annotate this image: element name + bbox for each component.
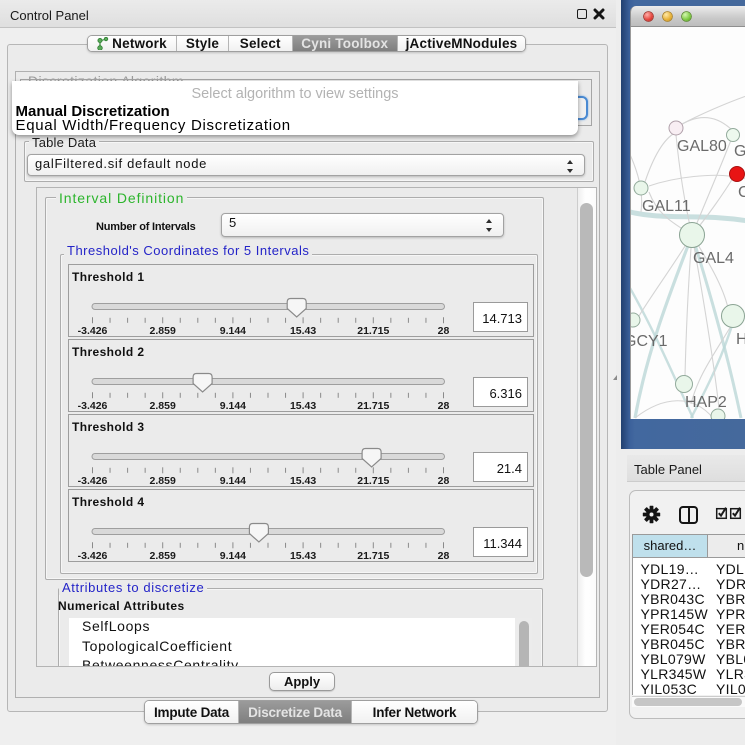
svg-text:9.144: 9.144 [220,400,246,412]
svg-text:28: 28 [438,550,450,562]
svg-text:GAL4: GAL4 [693,250,734,267]
svg-text:G: G [734,143,745,160]
svg-text:-3.426: -3.426 [78,550,108,562]
svg-text:28: 28 [438,325,450,337]
svg-text:2.859: 2.859 [150,325,176,337]
svg-text:15.43: 15.43 [290,475,316,487]
svg-text:HAP2: HAP2 [685,394,727,411]
svg-text:9.144: 9.144 [220,475,246,487]
svg-text:15.43: 15.43 [290,400,316,412]
svg-text:21.715: 21.715 [357,400,389,412]
svg-text:C: C [738,184,745,201]
svg-text:GAL80: GAL80 [677,138,727,155]
svg-text:-3.426: -3.426 [78,475,108,487]
svg-text:28: 28 [438,400,450,412]
svg-text:21.715: 21.715 [357,325,389,337]
svg-text:GAL11: GAL11 [642,198,691,215]
svg-text:2.859: 2.859 [150,400,176,412]
svg-text:H: H [736,331,745,348]
svg-text:-3.426: -3.426 [78,325,108,337]
svg-text:2.859: 2.859 [150,475,176,487]
svg-text:9.144: 9.144 [220,325,246,337]
svg-text:GCY1: GCY1 [631,333,668,350]
svg-text:2.859: 2.859 [150,550,176,562]
svg-text:9.144: 9.144 [220,550,246,562]
svg-text:21.715: 21.715 [357,550,389,562]
svg-text:-3.426: -3.426 [78,400,108,412]
svg-text:15.43: 15.43 [290,325,316,337]
svg-text:28: 28 [438,475,450,487]
svg-text:21.715: 21.715 [357,475,389,487]
svg-text:15.43: 15.43 [290,550,316,562]
